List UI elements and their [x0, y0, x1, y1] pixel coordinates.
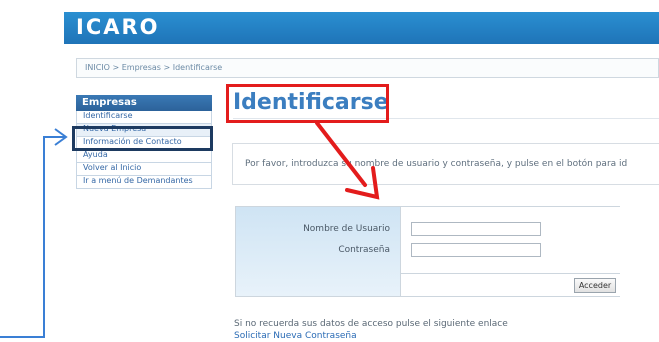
blue-arrow-icon	[0, 128, 68, 338]
red-arrow-icon	[315, 121, 380, 200]
annotation-arrows	[0, 121, 380, 338]
